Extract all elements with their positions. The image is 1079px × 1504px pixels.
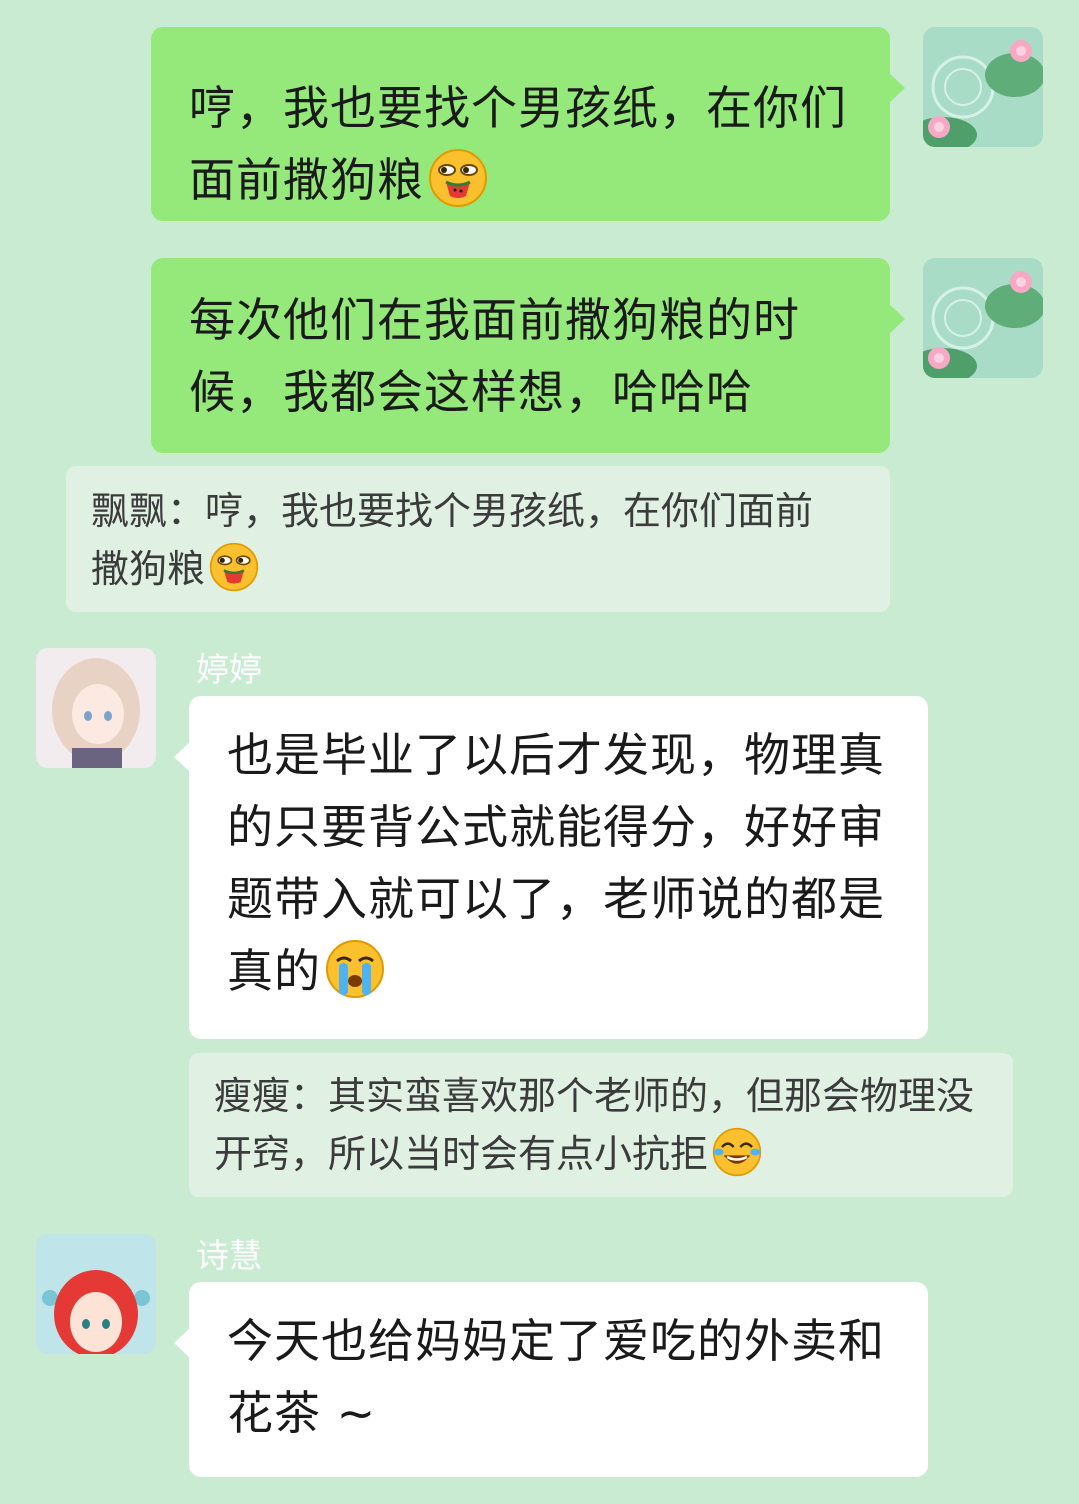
message-text: 每次他们在我面前撒狗粮的时候，我都会这样想，哈哈哈 [189, 293, 800, 419]
sender-name: 婷婷 [196, 650, 262, 689]
smirk-eating-watermelon-emoji [209, 542, 259, 608]
my-avatar[interactable] [923, 27, 1043, 147]
lotus-pond-avatar-icon [923, 27, 1043, 147]
sender-avatar-tingting[interactable] [36, 648, 156, 768]
sender-name: 诗慧 [196, 1236, 262, 1275]
outgoing-message-bubble[interactable]: 哼，我也要找个男孩纸，在你们面前撒狗粮 [151, 27, 905, 221]
my-avatar[interactable] [923, 258, 1043, 378]
sender-avatar-shihui[interactable] [36, 1234, 156, 1354]
quoted-text: 飘飘：哼，我也要找个男孩纸，在你们面前撒狗粮 [91, 489, 814, 591]
message-text: 哼，我也要找个男孩纸，在你们面前撒狗粮 [189, 81, 847, 207]
mermaid-avatar-icon [36, 1234, 156, 1354]
smirk-eating-watermelon-emoji [428, 148, 488, 228]
outgoing-message-bubble[interactable]: 每次他们在我面前撒狗粮的时候，我都会这样想，哈哈哈 [151, 258, 905, 453]
quoted-message[interactable]: 瘦瘦：其实蛮喜欢那个老师的，但那会物理没开窍，所以当时会有点小抗拒 [189, 1053, 1013, 1197]
lotus-pond-avatar-icon [923, 258, 1043, 378]
anime-girl-avatar-icon [36, 648, 156, 768]
quoted-text: 瘦瘦：其实蛮喜欢那个老师的，但那会物理没开窍，所以当时会有点小抗拒 [214, 1074, 975, 1176]
tears-of-joy-emoji [712, 1127, 762, 1193]
quoted-message[interactable]: 飘飘：哼，我也要找个男孩纸，在你们面前撒狗粮 [66, 466, 890, 612]
message-text: 今天也给妈妈定了爱吃的外卖和花茶 ~ [227, 1314, 885, 1440]
incoming-message-bubble[interactable]: 也是毕业了以后才发现，物理真的只要背公式就能得分，好好审题带入就可以了，老师说的… [174, 696, 928, 1039]
incoming-message-bubble[interactable]: 今天也给妈妈定了爱吃的外卖和花茶 ~ [174, 1282, 928, 1477]
loudly-crying-emoji [325, 939, 385, 1019]
